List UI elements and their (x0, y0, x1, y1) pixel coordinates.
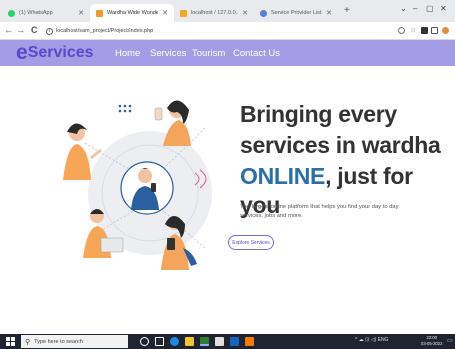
nav-home[interactable]: Home (115, 48, 140, 59)
hero-online-accent: ONLINE (240, 163, 326, 189)
site-logo[interactable]: e Services (16, 41, 94, 64)
whatsapp-icon (8, 9, 15, 17)
close-tab-icon[interactable]: ✕ (326, 9, 332, 17)
decorative-dots (118, 104, 132, 113)
notifications-icon[interactable]: ▭ (447, 337, 453, 344)
people-network-illustration (63, 100, 212, 270)
extensions-icon[interactable] (421, 27, 428, 34)
person-left-arm (90, 148, 102, 160)
person-top-right-body (163, 120, 191, 146)
person-left-body (63, 144, 91, 180)
search-icon: ⚲ (25, 338, 31, 346)
maximize-button[interactable]: ▢ (426, 4, 434, 13)
windows-start-icon[interactable] (6, 337, 15, 346)
minimize-button[interactable]: – (413, 4, 417, 13)
new-tab-button[interactable]: + (344, 5, 350, 17)
reload-button[interactable]: C (31, 25, 38, 36)
taskbar-search-box[interactable]: ⚲ Type here to search (21, 335, 128, 348)
tab-phpmyadmin[interactable]: localhost / 127.0.0.1 / wardha_w ✕ (174, 4, 254, 22)
tab-strip: (1) WhatsApp ✕ Wardha Wide Wonder ✕ loca… (0, 0, 455, 22)
logo-letter: e (16, 41, 28, 64)
mail-icon[interactable] (215, 337, 224, 346)
tab-service-provider-list[interactable]: Service Provider List ✕ (254, 4, 338, 22)
store-icon[interactable] (230, 337, 239, 346)
tab-search-icon[interactable]: ⌄ (400, 4, 407, 13)
nav-tourism[interactable]: Tourism (192, 48, 225, 59)
site-info-icon[interactable]: i (46, 27, 53, 35)
close-window-button[interactable]: ✕ (440, 4, 447, 13)
chrome-icon[interactable] (200, 337, 209, 346)
bookmark-star-icon[interactable]: ☆ (410, 27, 417, 34)
task-view-icon[interactable] (155, 337, 164, 346)
hero-tagline: The largest online platform that helps y… (240, 204, 399, 219)
explore-services-button[interactable]: Explore Services (228, 235, 274, 250)
edge-browser-icon[interactable] (170, 337, 179, 346)
phone-icon (167, 238, 175, 250)
site-navbar: e Services Home Services Tourism Contact… (0, 40, 455, 66)
close-tab-icon[interactable]: ✕ (242, 9, 248, 17)
hero-headline-line1: Bringing every (240, 101, 397, 127)
profile-avatar-icon[interactable] (442, 27, 449, 34)
tab-title: Wardha Wide Wonder (107, 10, 159, 16)
url-text: localhost/sam_project/Project/index.php (56, 28, 154, 34)
phone-icon (154, 107, 163, 121)
phpmyadmin-icon (180, 9, 187, 17)
taskbar-clock[interactable]: 23:00 03-05-2022 (421, 335, 442, 347)
address-toolbar: ← → C i localhost/sam_project/Project/in… (0, 22, 455, 40)
close-tab-icon[interactable]: ✕ (78, 9, 84, 17)
search-placeholder: Type here to search (34, 338, 83, 345)
laptop-icon (100, 237, 124, 253)
close-tab-icon[interactable]: ✕ (162, 9, 168, 17)
windows-taskbar: ⚲ Type here to search ^ ☁ ⊡ ◁) ENG 23:00… (0, 334, 455, 349)
center-person-head (138, 169, 152, 183)
tab-title: Service Provider List (271, 10, 322, 16)
browser-window: (1) WhatsApp ✕ Wardha Wide Wonder ✕ loca… (0, 0, 455, 349)
globe-icon (260, 9, 267, 17)
tab-whatsapp[interactable]: (1) WhatsApp ✕ (2, 4, 90, 22)
clock-date: 03-05-2022 (421, 341, 443, 346)
share-icon[interactable] (398, 27, 405, 34)
back-button[interactable]: ← (4, 25, 13, 36)
tab-title: (1) WhatsApp (19, 10, 53, 16)
phone-icon (151, 183, 156, 192)
address-bar[interactable]: i localhost/sam_project/Project/index.ph… (46, 25, 376, 37)
nav-services[interactable]: Services (150, 48, 186, 59)
hero-headline-line2: services in wardha (240, 132, 441, 158)
forward-button[interactable]: → (16, 25, 25, 36)
file-explorer-icon[interactable] (185, 337, 194, 346)
cortana-icon[interactable] (140, 337, 149, 346)
system-tray[interactable]: ^ ☁ ⊡ ◁) ENG (355, 337, 388, 343)
site-favicon-icon (96, 9, 103, 17)
sidepanel-icon[interactable] (431, 27, 438, 34)
xampp-icon[interactable] (245, 337, 254, 346)
logo-text: Services (27, 44, 94, 61)
nav-contact-us[interactable]: Contact Us (233, 48, 280, 59)
tab-title: localhost / 127.0.0.1 / wardha_w (191, 10, 239, 16)
tab-wardha-wide-wonder[interactable]: Wardha Wide Wonder ✕ (90, 4, 174, 22)
